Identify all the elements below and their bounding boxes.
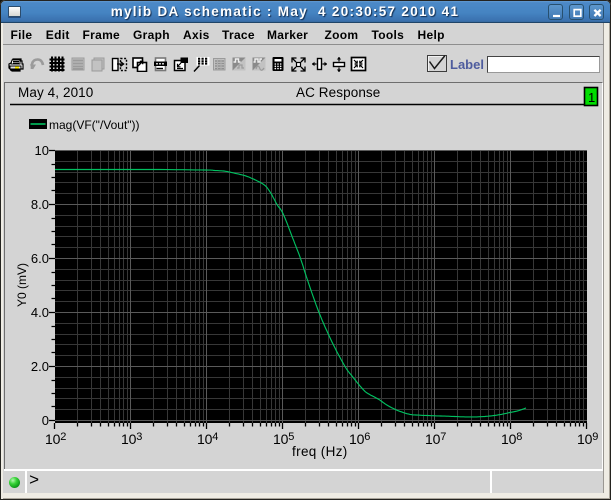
svg-text:1: 1: [588, 90, 595, 105]
